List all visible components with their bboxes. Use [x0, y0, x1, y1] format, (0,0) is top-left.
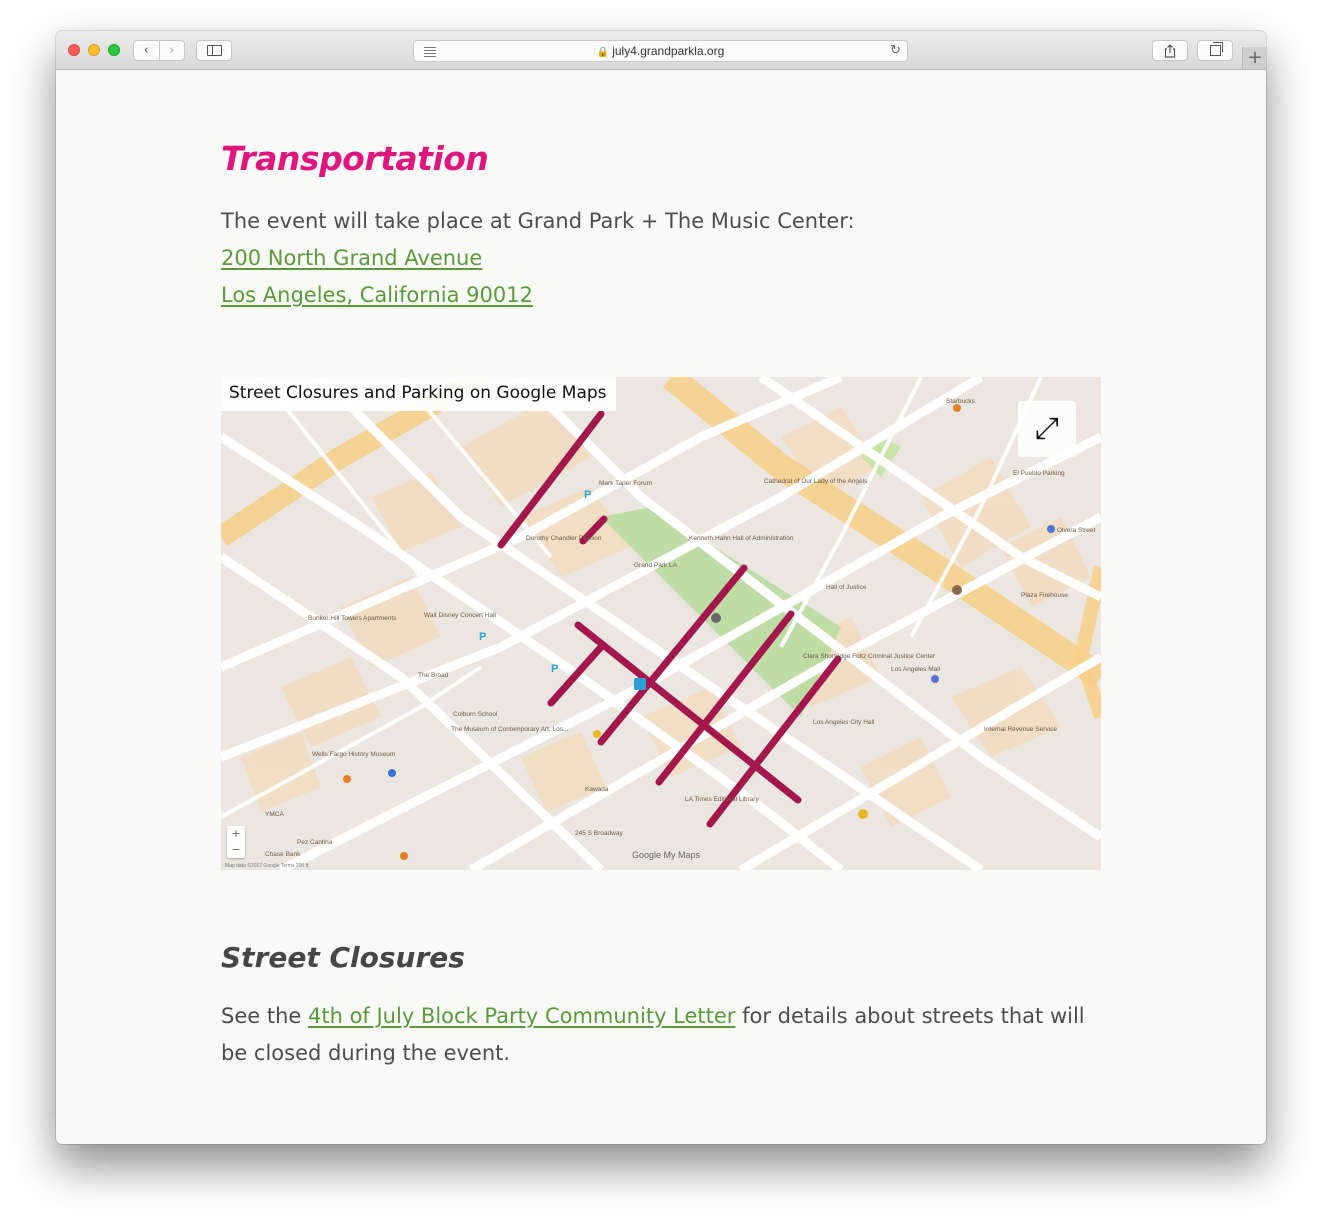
map-label-dorothy: Dorothy Chandler Pavilion: [526, 535, 602, 542]
back-button[interactable]: ‹: [134, 41, 159, 60]
google-logo: Google My Maps: [632, 850, 701, 860]
street-closures-text: See the 4th of July Block Party Communit…: [221, 998, 1101, 1072]
lock-icon: 🔒: [596, 47, 610, 58]
zoom-controls: + −: [227, 826, 245, 858]
intro-text: The event will take place at Grand Park …: [221, 209, 855, 233]
map-label-disney: Walt Disney Concert Hall: [424, 612, 497, 619]
map-label-kenneth: Kenneth Hahn Hall of Administration: [689, 535, 794, 542]
map-label-taper: Mark Taper Forum: [599, 480, 652, 487]
share-button[interactable]: [1152, 40, 1188, 61]
map-label-foltz: Clara Shortridge Foltz Criminal Justice …: [803, 653, 936, 660]
map-title[interactable]: Street Closures and Parking on Google Ma…: [221, 377, 616, 411]
map-canvas[interactable]: P P P Mark Taper Forum Dorothy Chandler …: [221, 377, 1101, 870]
map-label-broad: The Broad: [418, 672, 449, 679]
sidebar-toggle-button[interactable]: [196, 40, 232, 61]
event-location: The event will take place at Grand Park …: [221, 203, 855, 314]
map-label-justice: Hall of Justice: [826, 584, 867, 591]
map-label-ymca: YMCA: [265, 811, 284, 818]
address-bar[interactable]: 🔒 july4.grandparkla.org ↻: [413, 40, 908, 62]
map-label-wellsfargo: Wells Fargo History Museum: [312, 751, 395, 758]
share-icon: [1164, 43, 1176, 58]
map-label-kawada: Kawada: [585, 786, 609, 793]
closures-text-before: See the: [221, 1004, 308, 1028]
map-label-starbucks: Starbucks: [946, 398, 976, 405]
tabs-icon: [1209, 42, 1223, 56]
reload-icon[interactable]: ↻: [890, 43, 901, 58]
street-closures-heading: Street Closures: [221, 941, 465, 974]
svg-text:P: P: [584, 489, 591, 501]
svg-text:P: P: [551, 663, 558, 675]
browser-toolbar: ‹ › 🔒 july4.grandparkla.org ↻ +: [56, 31, 1266, 70]
url-display[interactable]: 🔒 july4.grandparkla.org: [414, 44, 907, 58]
zoom-window-button[interactable]: [108, 44, 120, 56]
expand-icon: ⤢: [1035, 411, 1059, 446]
map-label-firehouse: Plaza Firehouse: [1021, 592, 1068, 599]
map-label-chase: Chase Bank: [265, 851, 301, 858]
map-label-irs: Internal Revenue Service: [984, 726, 1057, 733]
map-label-cityhall: Los Angeles City Hall: [813, 719, 875, 726]
fullscreen-button[interactable]: ⤢: [1018, 401, 1076, 457]
transportation-heading: Transportation: [221, 139, 489, 178]
map-label-colburn: Colburn School: [453, 711, 498, 718]
minimize-window-button[interactable]: [88, 44, 100, 56]
history-nav: ‹ ›: [133, 40, 185, 61]
map-label-cathedral: Cathedral of Our Lady of the Angels: [764, 478, 868, 485]
map-label-pueblo: El Pueblo Parking: [1013, 470, 1065, 477]
address-link-line1[interactable]: 200 North Grand Avenue: [221, 246, 482, 270]
map-credit[interactable]: Map data ©2017 Google Terms 200 ft: [225, 863, 308, 869]
metro-marker[interactable]: [634, 678, 646, 690]
map-label-broadway245: 245 S Broadway: [575, 830, 623, 837]
metro-station-marker[interactable]: [711, 613, 721, 623]
zoom-out-button[interactable]: −: [227, 842, 245, 858]
map-label-bunkerhill: Bunker Hill Towers Apartments: [308, 615, 397, 622]
svg-text:P: P: [479, 631, 486, 643]
new-tab-button[interactable]: +: [1242, 47, 1266, 69]
zoom-in-button[interactable]: +: [227, 826, 245, 842]
browser-window: ‹ › 🔒 july4.grandparkla.org ↻ + Transport…: [56, 31, 1266, 1144]
street-closures-map[interactable]: P P P Mark Taper Forum Dorothy Chandler …: [221, 377, 1101, 870]
map-label-lamall: Los Angeles Mall: [891, 666, 941, 673]
map-label-olvera: Olvera Street: [1057, 527, 1095, 534]
url-text: july4.grandparkla.org: [612, 44, 725, 58]
map-label-moca: The Museum of Contemporary Art, Los...: [451, 726, 569, 733]
community-letter-link[interactable]: 4th of July Block Party Community Letter: [308, 1004, 735, 1028]
map-label-grandpark: Grand Park LA: [634, 562, 678, 569]
map-label-pez: Pez Cantina: [297, 839, 333, 846]
close-window-button[interactable]: [68, 44, 80, 56]
address-link-line2[interactable]: Los Angeles, California 90012: [221, 283, 533, 307]
sidebar-icon: [206, 45, 222, 56]
forward-button[interactable]: ›: [158, 41, 185, 60]
tab-overview-button[interactable]: [1197, 40, 1233, 61]
map-label-latimes: LA Times Editorial Library: [685, 796, 759, 803]
